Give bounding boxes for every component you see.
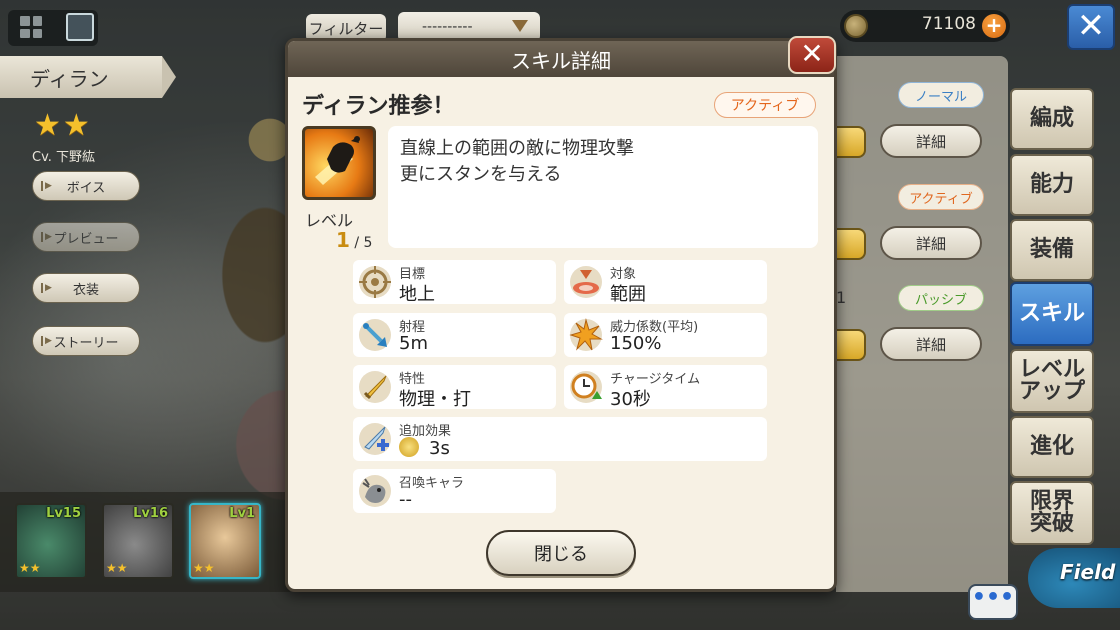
- skill-list-gold-bar: [836, 329, 866, 361]
- tab-limit-break[interactable]: 限界 突破: [1010, 481, 1094, 545]
- slot-level: Lv16: [133, 506, 168, 521]
- skill-icon: [302, 126, 376, 200]
- close-screen-button[interactable]: ✕: [1067, 4, 1115, 50]
- tab-skill[interactable]: スキル: [1010, 282, 1094, 346]
- close-icon: ✕: [1076, 6, 1106, 46]
- clock-icon: [568, 369, 604, 405]
- slot-level: Lv1: [229, 506, 255, 521]
- skill-type-passive-tag: パッシブ: [898, 285, 984, 311]
- summon-icon: [357, 473, 393, 509]
- stat-power: 威力係数(平均) 150%: [564, 313, 767, 357]
- preview-button[interactable]: プレビュー: [32, 222, 140, 252]
- slot-level: Lv15: [46, 506, 81, 521]
- add-coins-button[interactable]: +: [982, 14, 1006, 38]
- skill-type-active-tag: アクティブ: [898, 184, 984, 210]
- close-dialog-button[interactable]: 閉じる: [486, 530, 636, 576]
- character-name: ディラン: [0, 56, 176, 98]
- tab-ability[interactable]: 能力: [1010, 154, 1094, 216]
- coin-icon: [844, 14, 868, 38]
- chat-button[interactable]: •••: [968, 584, 1018, 620]
- sword-plus-icon: [357, 421, 393, 457]
- skill-level-max: / 5: [354, 235, 373, 251]
- costume-button[interactable]: 衣装: [32, 273, 140, 303]
- skill-list-gold-bar: [836, 228, 866, 260]
- skill-detail-button[interactable]: 詳細: [880, 327, 982, 361]
- slot-stars: ★★: [19, 561, 41, 575]
- chat-icon: •••: [971, 585, 1015, 610]
- voice-actor: Cv. 下野紘: [32, 150, 96, 165]
- stat-extra-effect: 追加効果 3s: [353, 417, 767, 461]
- tab-equipment[interactable]: 装備: [1010, 219, 1094, 281]
- description-line: 更にスタンを与える: [400, 164, 562, 185]
- skill-type-normal-tag: ノーマル: [898, 82, 984, 108]
- stat-value: 3s: [399, 437, 450, 459]
- target-icon: [357, 264, 393, 300]
- area-icon: [568, 264, 604, 300]
- stat-value-text: 3s: [429, 438, 450, 459]
- stat-charge-time: チャージタイム 30秒: [564, 365, 767, 410]
- tab-level-up[interactable]: レベル アップ: [1010, 349, 1094, 413]
- skill-detail-button[interactable]: 詳細: [880, 226, 982, 260]
- stat-value: --: [399, 489, 412, 510]
- grid-view-icon[interactable]: [20, 16, 42, 38]
- stat-value: 150%: [610, 333, 662, 354]
- tab-evolution[interactable]: 進化: [1010, 416, 1094, 478]
- skill-level-current: 1: [336, 228, 350, 252]
- chevron-down-icon: [512, 20, 528, 32]
- close-icon: ✕: [800, 37, 824, 70]
- slot-stars: ★★: [106, 561, 128, 575]
- dialog-title: スキル詳細: [288, 41, 834, 77]
- tab-formation[interactable]: 編成: [1010, 88, 1094, 150]
- skill-name: ディラン推参！: [302, 94, 455, 119]
- stat-scope: 対象 範囲: [564, 260, 767, 305]
- party-slot[interactable]: Lv16 ★★: [102, 503, 174, 579]
- rarity-stars: ★★: [34, 108, 92, 143]
- skill-list-gold-bar: [836, 126, 866, 158]
- stat-value: 5m: [399, 333, 428, 354]
- party-slot-selected[interactable]: Lv1 ★★: [189, 503, 261, 579]
- stat-summon: 召喚キャラ --: [353, 469, 556, 513]
- sword-icon: [357, 369, 393, 405]
- voice-button[interactable]: ボイス: [32, 171, 140, 201]
- stat-value: 30秒: [610, 389, 651, 410]
- power-burst-icon: [568, 317, 604, 353]
- skill-description: 直線上の範囲の敵に物理攻撃 更にスタンを与える: [388, 126, 818, 248]
- stat-value: 範囲: [610, 284, 646, 305]
- stat-attribute: 特性 物理・打: [353, 365, 556, 410]
- stat-target: 目標 地上: [353, 260, 556, 305]
- coin-amount: 71108: [921, 14, 976, 34]
- skill-detail-button[interactable]: 詳細: [880, 124, 982, 158]
- skill-list-partial-text: 1: [836, 288, 847, 307]
- single-view-icon[interactable]: [66, 13, 94, 41]
- skill-type-tag: アクティブ: [714, 92, 816, 118]
- stun-icon: [399, 437, 419, 457]
- dialog-close-button[interactable]: ✕: [788, 36, 836, 74]
- stat-range: 射程 5m: [353, 313, 556, 357]
- filter-select-value: ----------: [422, 19, 473, 35]
- party-slot[interactable]: Lv15 ★★: [15, 503, 87, 579]
- field-label: Field: [1060, 560, 1116, 584]
- skill-level: 1 / 5: [336, 228, 372, 252]
- description-line: 直線上の範囲の敵に物理攻撃: [400, 138, 634, 159]
- range-arrow-icon: [357, 317, 393, 353]
- stat-value: 物理・打: [399, 389, 471, 410]
- slot-stars: ★★: [193, 561, 215, 575]
- stat-value: 地上: [399, 284, 435, 305]
- story-button[interactable]: ストーリー: [32, 326, 140, 356]
